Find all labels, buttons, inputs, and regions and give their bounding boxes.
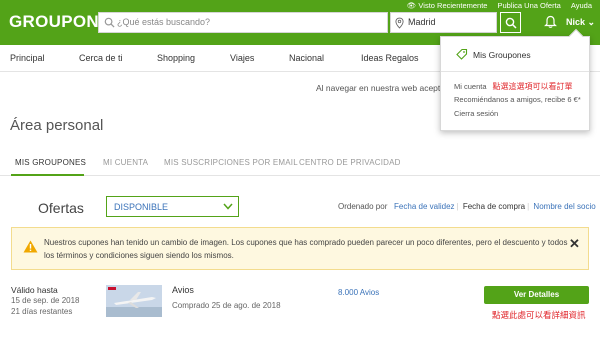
close-icon[interactable]: ✕ — [569, 236, 580, 252]
search-button[interactable] — [500, 12, 521, 33]
sort-by-validity[interactable]: Fecha de validez — [394, 202, 454, 211]
orders-annotation: 點選這選項可以看訂單 — [492, 82, 573, 91]
user-menu[interactable]: Nick ⌄ — [566, 17, 595, 28]
location-pin-icon — [395, 17, 404, 29]
active-tab-indicator — [11, 174, 84, 176]
tab-suscripciones[interactable]: MIS SUSCRIPCIONES POR EMAIL — [164, 158, 298, 167]
search-icon — [104, 17, 115, 28]
tab-mi-cuenta[interactable]: MI CUENTA — [103, 158, 148, 167]
search-icon — [505, 17, 517, 29]
alert-message: Nuestros cupones han tenido un cambio de… — [44, 238, 568, 260]
menu-item-mi-cuenta[interactable]: Mi cuenta 點選這選項可以看訂單 — [454, 81, 573, 92]
status-filter-value: DISPONIBLE — [114, 202, 169, 212]
user-dropdown-menu: Mis Groupones Mi cuenta 點選這選項可以看訂單 Recomi… — [440, 28, 590, 131]
help-link[interactable]: Ayuda — [571, 1, 592, 10]
valid-until-date: 15 de sep. de 2018 — [11, 296, 80, 305]
tag-icon — [456, 48, 468, 60]
nav-item-nacional[interactable]: Nacional — [289, 53, 324, 63]
nav-item-cerca[interactable]: Cerca de ti — [79, 53, 123, 63]
nav-item-ideas-regalos[interactable]: Ideas Regalos — [361, 53, 419, 63]
search-placeholder: ¿Qué estás buscando? — [117, 17, 211, 27]
chevron-down-icon: ⌄ — [585, 17, 596, 27]
sort-by-purchase-date[interactable]: Fecha de compra — [463, 202, 525, 211]
nav-item-viajes[interactable]: Viajes — [230, 53, 254, 63]
deal-thumbnail[interactable] — [106, 285, 162, 317]
cookie-notice: Al navegar en nuestra web aceptas — [316, 83, 450, 93]
airplane-image — [106, 285, 162, 317]
days-remaining: 21 días restantes — [11, 307, 73, 316]
nav-item-principal[interactable]: Principal — [10, 53, 45, 63]
purchase-date: Comprado 25 de ago. de 2018 — [172, 301, 281, 310]
page-title: Área personal — [10, 117, 104, 134]
search-input[interactable]: ¿Qué estás buscando? — [98, 12, 388, 33]
groupon-logo[interactable]: GROUPON — [9, 12, 99, 32]
bell-icon[interactable] — [544, 15, 557, 29]
recently-viewed-link[interactable]: 👁 Visto Recientemente — [407, 1, 488, 10]
valid-until-label: Válido hasta — [11, 285, 58, 295]
status-filter-select[interactable]: DISPONIBLE — [106, 196, 239, 217]
user-name: Nick — [566, 17, 586, 27]
menu-item-mis-groupones[interactable]: Mis Groupones — [441, 37, 589, 72]
top-links: 👁 Visto Recientemente Publica Una Oferta… — [407, 1, 592, 10]
chevron-down-icon — [223, 203, 233, 210]
sort-label: Ordenado por — [338, 202, 388, 211]
tab-privacidad[interactable]: CENTRO DE PRIVACIDAD — [299, 158, 401, 167]
menu-item-mis-groupones-label: Mis Groupones — [473, 50, 531, 60]
location-input[interactable]: Madrid — [390, 12, 497, 33]
location-value: Madrid — [408, 17, 436, 27]
details-annotation: 點選此處可以看詳細資訊 — [492, 310, 586, 320]
warning-icon — [23, 240, 38, 253]
tab-mis-groupones[interactable]: MIS GROUPONES — [15, 158, 86, 167]
nav-item-shopping[interactable]: Shopping — [157, 53, 195, 63]
offers-heading: Ofertas — [38, 200, 84, 216]
publish-offer-link[interactable]: Publica Una Oferta — [497, 1, 560, 10]
sort-by-partner[interactable]: Nombre del socio — [533, 202, 595, 211]
notice-alert: Nuestros cupones han tenido un cambio de… — [11, 227, 589, 270]
deal-name[interactable]: Avios — [172, 285, 194, 295]
sort-bar: Ordenado por Fecha de validez | Fecha de … — [338, 202, 596, 211]
account-tabs: MIS GROUPONES MI CUENTA MIS SUSCRIPCIONE… — [0, 151, 600, 176]
deal-points: 8.000 Avios — [338, 288, 380, 297]
view-details-button[interactable]: Ver Detalles — [484, 286, 589, 304]
menu-item-logout[interactable]: Cierra sesión — [454, 109, 498, 118]
menu-item-mi-cuenta-label: Mi cuenta — [454, 82, 487, 91]
menu-item-recommend[interactable]: Recomiéndanos a amigos, recibe 6 €* — [454, 95, 581, 104]
